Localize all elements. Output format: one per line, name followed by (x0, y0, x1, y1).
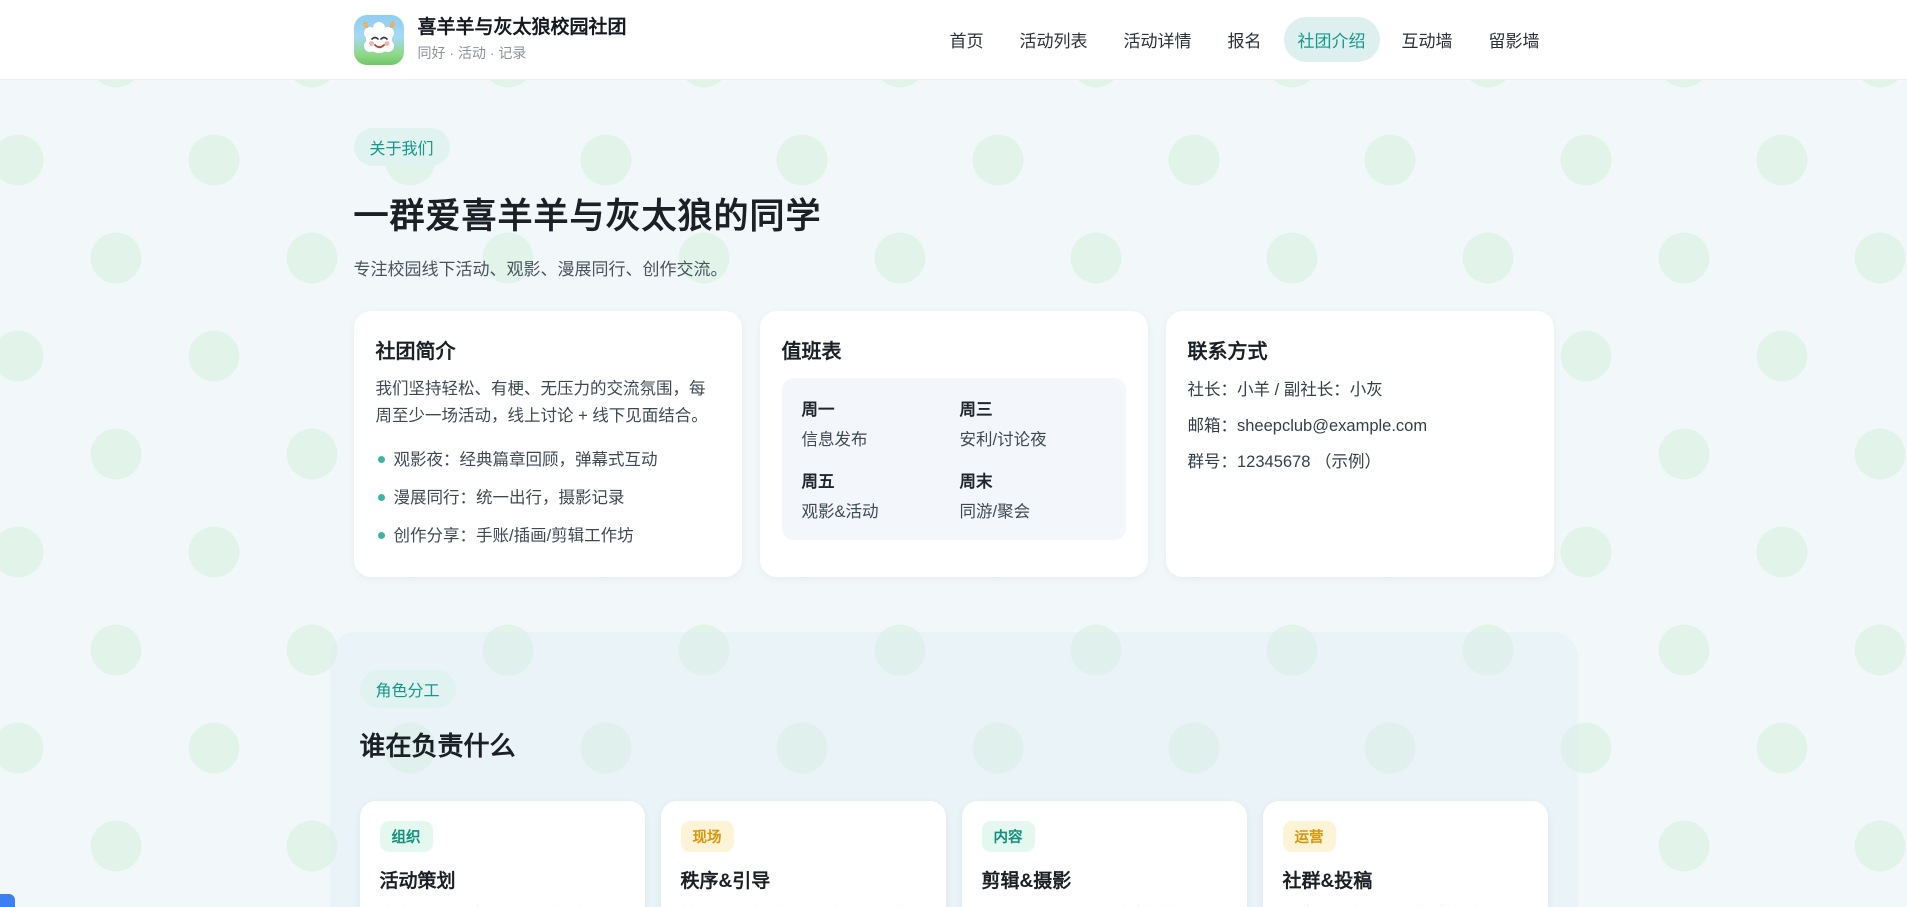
duty-day: 周三 (960, 396, 1106, 420)
about-section: 关于我们 一群爱喜羊羊与灰太狼的同学 专注校园线下活动、观影、漫展同行、创作交流… (354, 80, 1554, 577)
nav-item-home[interactable]: 首页 (936, 17, 998, 62)
duty-schedule-card-title: 值班表 (782, 335, 1126, 364)
duty-day: 周一 (802, 396, 948, 420)
duty-day: 周末 (960, 468, 1106, 492)
site-title: 喜羊羊与灰太狼校园社团 (418, 16, 627, 40)
club-intro-card-title: 社团简介 (376, 335, 720, 364)
contact-card-title: 联系方式 (1188, 335, 1532, 364)
nav-item-signup[interactable]: 报名 (1214, 17, 1276, 62)
club-intro-text: 我们坚持轻松、有梗、无压力的交流氛围，每周至少一场活动，线上讨论 + 线下见面结… (376, 376, 720, 429)
duty-schedule-card: 值班表 周一 信息发布 周三 安利/讨论夜 周五 观影&活动 (760, 311, 1148, 577)
duty-day: 周五 (802, 468, 948, 492)
nav-item-photo-wall[interactable]: 留影墙 (1475, 17, 1554, 62)
nav-item-club-intro[interactable]: 社团介绍 (1284, 17, 1380, 62)
site-subtitle: 同好 · 活动 · 记录 (418, 43, 627, 63)
duty-task: 同游/聚会 (960, 498, 1106, 522)
contact-email: 邮箱：sheepclub@example.com (1188, 412, 1532, 440)
role-title: 剪辑&摄影 (982, 866, 1227, 893)
roles-title: 谁在负责什么 (360, 726, 1548, 763)
role-card-planning: 组织 活动策划 确定主题/场地/物资，准备流程与时间线。 (360, 801, 645, 907)
contact-group-number: 群号：12345678 （示例） (1188, 448, 1532, 476)
list-item: 漫展同行：统一出行，摄影记录 (376, 477, 720, 515)
brand: 喜羊羊与灰太狼校园社团 同好 · 活动 · 记录 (354, 15, 627, 65)
role-card-operations: 运营 社群&投稿 公告、留言互动、投稿审核与展示。 (1263, 801, 1548, 907)
role-desc: 确定主题/场地/物资，准备流程与时间线。 (380, 903, 625, 907)
club-intro-card: 社团简介 我们坚持轻松、有梗、无压力的交流氛围，每周至少一场活动，线上讨论 + … (354, 311, 742, 577)
about-title: 一群爱喜羊羊与灰太狼的同学 (354, 188, 1554, 239)
roles-badge: 角色分工 (360, 670, 456, 708)
role-title: 活动策划 (380, 866, 625, 893)
contact-leaders: 社长：小羊 / 副社长：小灰 (1188, 376, 1532, 404)
duty-slot: 周一 信息发布 (802, 396, 948, 450)
role-desc: 公告、留言互动、投稿审核与展示。 (1283, 903, 1528, 907)
role-card-onsite: 现场 秩序&引导 签到、座位安排、设备调试、应急预案。 (661, 801, 946, 907)
about-subtitle: 专注校园线下活动、观影、漫展同行、创作交流。 (354, 255, 1554, 280)
list-item: 观影夜：经典篇章回顾，弹幕式互动 (376, 439, 720, 477)
duty-slot: 周三 安利/讨论夜 (960, 396, 1106, 450)
site-header: 喜羊羊与灰太狼校园社团 同好 · 活动 · 记录 首页 活动列表 活动详情 报名… (0, 0, 1907, 80)
sheep-logo-icon (354, 15, 404, 65)
duty-task: 信息发布 (802, 426, 948, 450)
duty-schedule-grid: 周一 信息发布 周三 安利/讨论夜 周五 观影&活动 周末 同游/聚会 (782, 378, 1126, 540)
nav-item-activity-list[interactable]: 活动列表 (1006, 17, 1102, 62)
nav-item-interaction-wall[interactable]: 互动墙 (1388, 17, 1467, 62)
duty-task: 安利/讨论夜 (960, 426, 1106, 450)
role-title: 秩序&引导 (681, 866, 926, 893)
role-tag: 内容 (982, 821, 1035, 852)
duty-task: 观影&活动 (802, 498, 948, 522)
duty-slot: 周末 同游/聚会 (960, 468, 1106, 522)
role-desc: 出片、记录、留影墙素材整理。 (982, 903, 1227, 907)
role-desc: 签到、座位安排、设备调试、应急预案。 (681, 903, 926, 907)
contact-card: 联系方式 社长：小羊 / 副社长：小灰 邮箱：sheepclub@example… (1166, 311, 1554, 577)
role-tag: 现场 (681, 821, 734, 852)
role-card-content: 内容 剪辑&摄影 出片、记录、留影墙素材整理。 (962, 801, 1247, 907)
role-title: 社群&投稿 (1283, 866, 1528, 893)
bottom-left-floating-button[interactable] (0, 894, 15, 907)
duty-slot: 周五 观影&活动 (802, 468, 948, 522)
club-intro-bullets: 观影夜：经典篇章回顾，弹幕式互动 漫展同行：统一出行，摄影记录 创作分享：手账/… (376, 439, 720, 553)
roles-section: 角色分工 谁在负责什么 组织 活动策划 确定主题/场地/物资，准备流程与时间线。… (330, 632, 1578, 907)
main-content: 关于我们 一群爱喜羊羊与灰太狼的同学 专注校园线下活动、观影、漫展同行、创作交流… (354, 80, 1554, 907)
main-nav: 首页 活动列表 活动详情 报名 社团介绍 互动墙 留影墙 (936, 17, 1554, 62)
role-tag: 组织 (380, 821, 433, 852)
nav-item-activity-detail[interactable]: 活动详情 (1110, 17, 1206, 62)
list-item: 创作分享：手账/插画/剪辑工作坊 (376, 515, 720, 553)
role-tag: 运营 (1283, 821, 1336, 852)
about-badge: 关于我们 (354, 128, 450, 166)
